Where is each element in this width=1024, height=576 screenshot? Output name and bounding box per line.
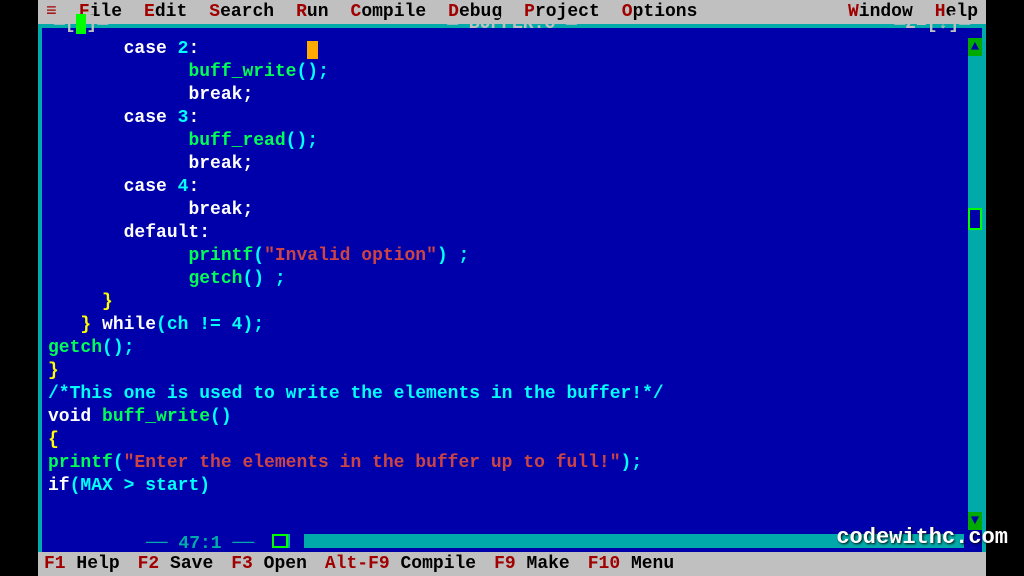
code-line[interactable]: } while(ch != 4); bbox=[48, 314, 964, 337]
status-bar: F1 Help F2 Save F3 Open Alt-F9 Compile F9 Ma… bbox=[38, 552, 986, 576]
menu-bar: ≡ File Edit Search Run Compile Debug Project Op… bbox=[38, 0, 986, 24]
scroll-thumb-h[interactable] bbox=[290, 534, 304, 548]
menu-file[interactable]: File bbox=[79, 2, 122, 22]
status-f3[interactable]: F3 Open bbox=[231, 554, 307, 574]
code-line[interactable]: printf("Invalid option") ; bbox=[48, 245, 964, 268]
status-alt-f9[interactable]: Alt-F9 Compile bbox=[325, 554, 476, 574]
status-f10[interactable]: F10 Menu bbox=[588, 554, 674, 574]
menu-debug[interactable]: Debug bbox=[448, 2, 502, 22]
menu-search[interactable]: Search bbox=[209, 2, 274, 22]
code-editor[interactable]: case 2: buff_write(); break; case 3: buf… bbox=[48, 38, 964, 530]
system-menu-icon[interactable]: ≡ bbox=[46, 2, 61, 22]
code-line[interactable]: break; bbox=[48, 84, 964, 107]
code-line[interactable]: buff_read(); bbox=[48, 130, 964, 153]
code-line[interactable]: { bbox=[48, 429, 964, 452]
scroll-up-icon[interactable]: ▲ bbox=[968, 38, 982, 56]
code-line[interactable]: case 3: bbox=[48, 107, 964, 130]
code-line[interactable]: getch(); bbox=[48, 337, 964, 360]
scroll-left-icon[interactable] bbox=[272, 534, 288, 548]
code-line[interactable]: printf("Enter the elements in the buffer… bbox=[48, 452, 964, 475]
text-cursor bbox=[307, 41, 318, 59]
menu-compile[interactable]: Compile bbox=[351, 2, 427, 22]
menu-window[interactable]: Window bbox=[848, 2, 913, 22]
code-line[interactable]: getch() ; bbox=[48, 268, 964, 291]
menu-project[interactable]: Project bbox=[524, 2, 600, 22]
code-line[interactable]: case 4: bbox=[48, 176, 964, 199]
code-line[interactable]: break; bbox=[48, 199, 964, 222]
menu-options[interactable]: Options bbox=[622, 2, 698, 22]
code-line[interactable]: /*This one is used to write the elements… bbox=[48, 383, 964, 406]
code-line[interactable]: if(MAX > start) bbox=[48, 475, 964, 498]
menu-run[interactable]: Run bbox=[296, 2, 328, 22]
scroll-thumb-v[interactable] bbox=[968, 208, 982, 230]
code-line[interactable]: buff_write(); bbox=[48, 61, 964, 84]
menu-help[interactable]: Help bbox=[935, 2, 978, 22]
code-line[interactable]: void buff_write() bbox=[48, 406, 964, 429]
status-f2[interactable]: F2 Save bbox=[138, 554, 214, 574]
editor-window: ═[■]═ ═ BUFFER.C ═ ═2=[↕]═ case 2: buff_… bbox=[38, 24, 986, 552]
code-line[interactable]: break; bbox=[48, 153, 964, 176]
code-line[interactable]: default: bbox=[48, 222, 964, 245]
cursor-position: ── 47:1 ── bbox=[142, 534, 258, 554]
status-f1[interactable]: F1 Help bbox=[44, 554, 120, 574]
code-line[interactable]: } bbox=[48, 360, 964, 383]
status-f9[interactable]: F9 Make bbox=[494, 554, 570, 574]
vertical-scrollbar[interactable]: ▲ ▼ bbox=[968, 38, 982, 530]
menu-edit[interactable]: Edit bbox=[144, 2, 187, 22]
code-line[interactable]: case 2: bbox=[48, 38, 964, 61]
watermark: codewithc.com bbox=[836, 525, 1008, 550]
code-line[interactable]: } bbox=[48, 291, 964, 314]
